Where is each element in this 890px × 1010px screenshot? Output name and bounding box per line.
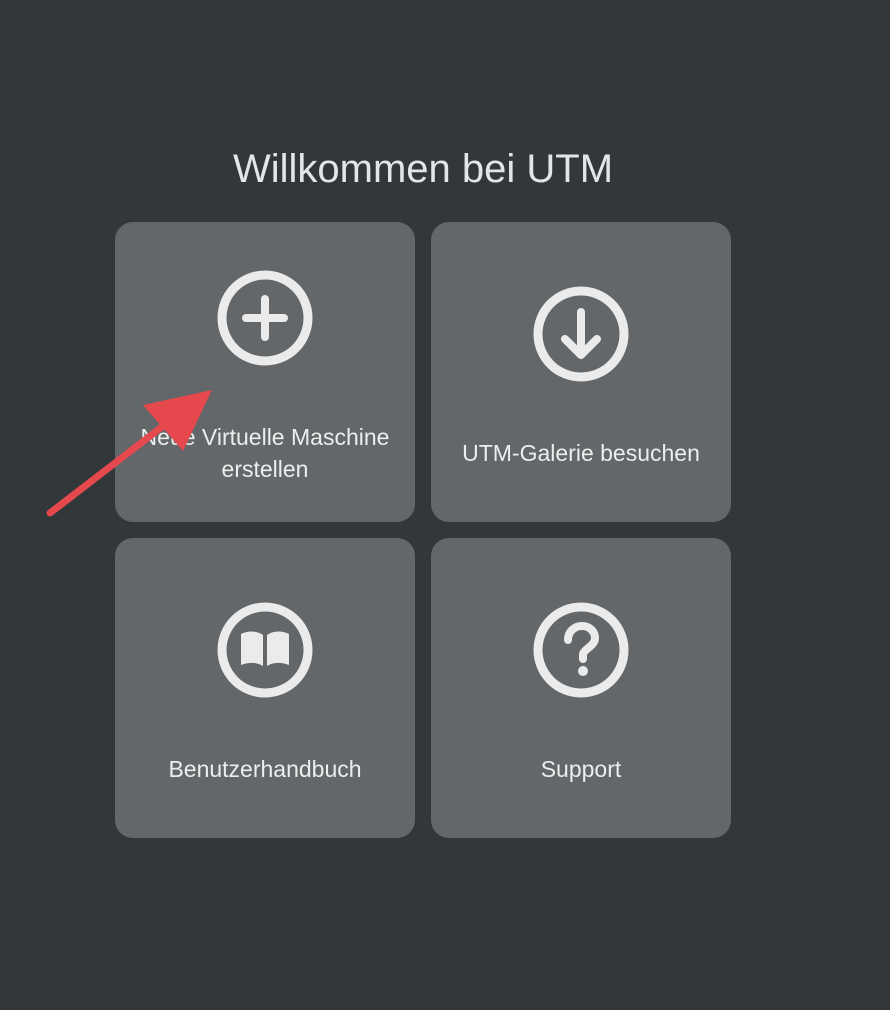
plus-circle-icon <box>217 270 313 366</box>
user-manual-tile[interactable]: Benutzerhandbuch <box>115 538 415 838</box>
book-circle-icon <box>217 602 313 698</box>
support-tile[interactable]: Support <box>431 538 731 838</box>
download-circle-icon <box>533 286 629 382</box>
support-label: Support <box>540 756 622 782</box>
gallery-tile[interactable]: UTM-Galerie besuchen <box>431 222 731 522</box>
new-vm-tile[interactable]: Neue Virtuelle Maschine erstellen <box>115 222 415 522</box>
user-manual-label: Benutzerhandbuch <box>168 756 362 782</box>
question-circle-icon <box>533 602 629 698</box>
new-vm-label: Neue Virtuelle Maschine erstellen <box>140 424 390 482</box>
gallery-label: UTM-Galerie besuchen <box>462 440 700 466</box>
page-title: Willkommen bei UTM <box>232 147 614 191</box>
